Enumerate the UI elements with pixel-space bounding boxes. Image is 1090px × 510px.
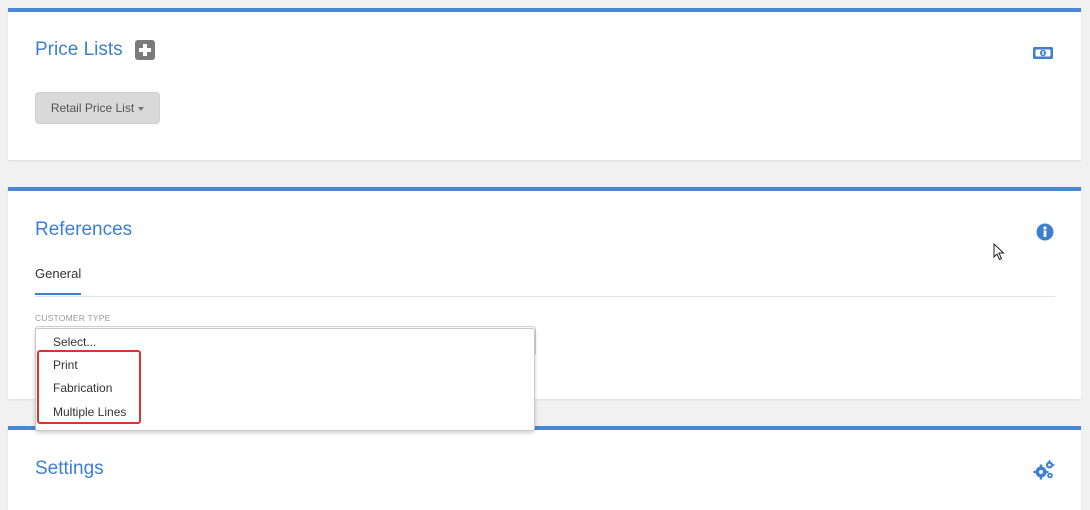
mouse-cursor-icon bbox=[993, 242, 1005, 266]
retail-price-list-label: Retail Price List bbox=[50, 101, 135, 115]
price-lists-panel: Price Lists Retail Price List bbox=[8, 8, 1081, 160]
tab-general[interactable]: General bbox=[35, 266, 82, 295]
gears-icon[interactable] bbox=[1033, 460, 1055, 485]
money-bill-icon[interactable] bbox=[1032, 45, 1054, 66]
references-title: References bbox=[35, 219, 133, 240]
info-circle-icon[interactable] bbox=[1036, 223, 1054, 246]
option-print[interactable]: Print bbox=[53, 358, 78, 372]
price-lists-title: Price Lists bbox=[35, 39, 123, 60]
settings-panel: Settings bbox=[8, 426, 1081, 510]
tab-divider bbox=[35, 296, 1055, 297]
option-fabrication[interactable]: Fabrication bbox=[53, 381, 112, 395]
customer-type-options: Select... Print Fabrication Multiple Lin… bbox=[35, 328, 535, 431]
retail-price-list-dropdown[interactable]: Retail Price List bbox=[35, 92, 160, 124]
settings-title: Settings bbox=[35, 458, 104, 479]
customer-type-label: CUSTOMER TYPE bbox=[35, 313, 111, 323]
option-select[interactable]: Select... bbox=[53, 335, 96, 349]
caret-down-icon bbox=[138, 107, 145, 111]
add-price-list-icon[interactable] bbox=[135, 40, 155, 60]
option-multiple-lines[interactable]: Multiple Lines bbox=[53, 405, 126, 419]
